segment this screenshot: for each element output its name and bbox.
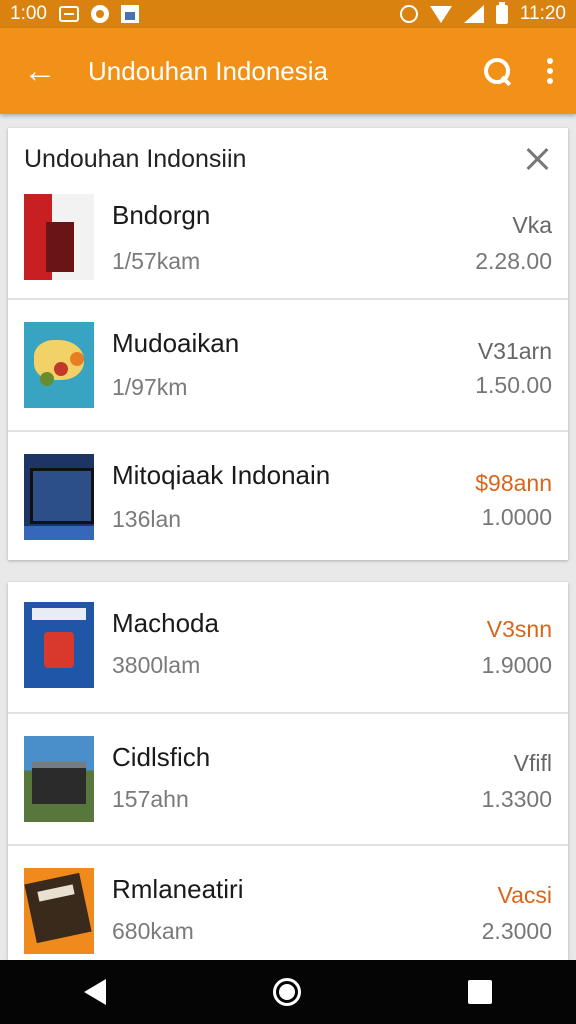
- alarm-icon: [399, 5, 418, 23]
- item-price: 1.9000: [481, 652, 552, 678]
- app-bar-actions: [482, 56, 554, 86]
- message-icon: [58, 6, 79, 22]
- status-time-left: 1:00: [10, 3, 47, 24]
- item-tag: $98ann: [475, 470, 552, 496]
- page-title: Undouhan Indonesia: [88, 55, 328, 86]
- item-meta: 157ahn: [112, 786, 189, 812]
- recents-square-icon[interactable]: [468, 980, 493, 1004]
- item-tag: V31arn: [477, 338, 552, 364]
- download-card-secondary: Machoda 3800lam V3snn 1.9000 Cidlsfich 1…: [8, 582, 568, 960]
- list-item[interactable]: Bndorgn 1/57kam Vka 2.28.00: [8, 190, 568, 300]
- list-item[interactable]: Mudoaikan 1/97km V31arn 1.50.00: [8, 300, 568, 432]
- item-name: Cidlsfich: [112, 742, 211, 772]
- item-meta: 136lan: [112, 506, 182, 532]
- list-item[interactable]: Mitoqiaak Indonain 136lan $98ann 1.0000: [8, 432, 568, 564]
- signal-icon: [463, 5, 484, 23]
- item-price: 2.3000: [481, 918, 552, 944]
- item-thumbnail: [24, 322, 94, 408]
- item-tag: Vka: [512, 212, 552, 238]
- list-item[interactable]: Cidlsfich 157ahn Vfifl 1.3300: [8, 714, 568, 846]
- arrow-back-icon[interactable]: ←: [22, 53, 58, 89]
- item-thumbnail: [24, 868, 94, 954]
- item-price: 1.3300: [481, 786, 552, 812]
- item-name: Mudoaikan: [112, 328, 240, 358]
- item-meta: 1/57kam: [112, 248, 201, 274]
- status-time-right: 11:20: [519, 3, 566, 24]
- status-bar-left: 1:00: [10, 3, 139, 25]
- search-icon[interactable]: [482, 56, 512, 86]
- more-vert-icon[interactable]: [546, 58, 554, 84]
- card-header: Undouhan Indonsiin: [8, 128, 568, 190]
- battery-icon: [495, 1, 508, 24]
- item-tag: Vfifl: [513, 750, 552, 776]
- item-name: Bndorgn: [112, 200, 211, 230]
- list-item[interactable]: Machoda 3800lam V3snn 1.9000: [8, 582, 568, 714]
- item-name: Machoda: [112, 608, 219, 638]
- item-tag: V3snn: [486, 616, 552, 642]
- home-circle-icon[interactable]: [272, 978, 301, 1006]
- image-icon: [120, 5, 139, 23]
- status-bar-right: 11:20: [399, 1, 566, 25]
- item-name: Rmlaneatiri: [112, 874, 244, 904]
- download-card-primary: Undouhan Indonsiin Bndorgn 1/57kam Vka 2…: [8, 128, 568, 560]
- item-thumbnail: [24, 602, 94, 688]
- back-triangle-icon[interactable]: [83, 979, 106, 1005]
- item-thumbnail: [24, 736, 94, 822]
- status-bar: 1:00 11:20: [0, 0, 576, 28]
- item-thumbnail: [24, 454, 94, 540]
- item-price: 1.50.00: [475, 372, 552, 398]
- item-meta: 1/97km: [112, 374, 188, 400]
- item-meta: 3800lam: [112, 652, 201, 678]
- app-bar: ← Undouhan Indonesia: [0, 28, 576, 114]
- item-price: 2.28.00: [475, 248, 552, 274]
- system-nav-bar: [0, 960, 576, 1024]
- item-tag: Vacsi: [497, 882, 552, 908]
- close-icon[interactable]: [524, 145, 552, 173]
- wifi-icon: [429, 5, 452, 23]
- item-price: 1.0000: [481, 504, 552, 530]
- item-name: Mitoqiaak Indonain: [112, 460, 331, 490]
- record-icon: [90, 5, 109, 23]
- item-thumbnail: [24, 194, 94, 280]
- card-title: Undouhan Indonsiin: [24, 144, 247, 173]
- item-meta: 680kam: [112, 918, 194, 944]
- list-item[interactable]: Rmlaneatiri 680kam Vacsi 2.3000: [8, 846, 568, 978]
